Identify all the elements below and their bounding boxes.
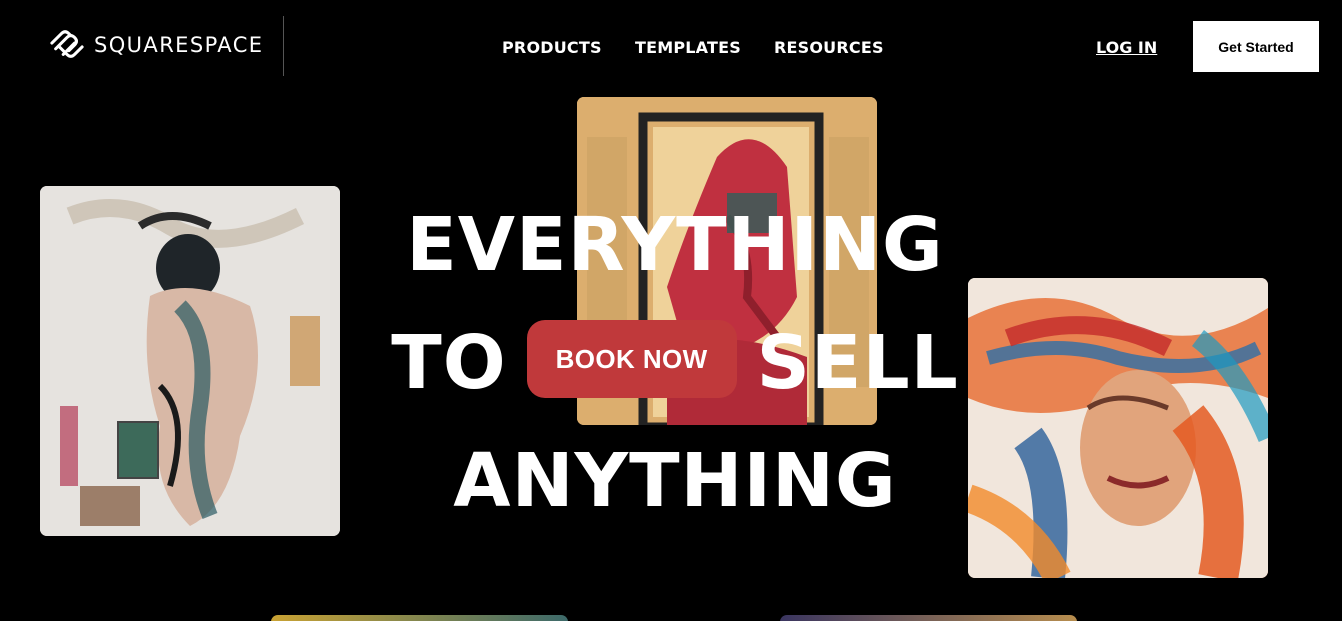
- dancer-painting: [40, 186, 340, 536]
- brand-name: SQUARESPACE: [94, 33, 264, 57]
- headline-word-sell: SELL: [756, 320, 959, 406]
- nav-templates[interactable]: TEMPLATES: [635, 38, 741, 57]
- artwork-bottom-right-image: [780, 615, 1077, 621]
- book-now-button[interactable]: BOOK NOW: [526, 320, 737, 398]
- nav-products[interactable]: PRODUCTS: [502, 38, 602, 57]
- fluid-face-painting: [968, 278, 1268, 578]
- artwork-colorful-face-image: [968, 278, 1268, 578]
- headline-line-3: ANYTHING: [453, 438, 897, 524]
- headline-word-to: TO: [391, 320, 507, 406]
- headline-line-1: EVERYTHING: [406, 202, 944, 288]
- brand-logo[interactable]: SQUARESPACE: [48, 28, 263, 62]
- artwork-bottom-left-image: [271, 615, 568, 621]
- headline-line-2: TO BOOK NOW SELL: [340, 304, 1010, 422]
- header-divider: [283, 16, 284, 76]
- get-started-button[interactable]: Get Started: [1193, 21, 1319, 72]
- artwork-dancer-image: [40, 186, 340, 536]
- nav-resources[interactable]: RESOURCES: [774, 38, 884, 57]
- hero-headline: EVERYTHING TO BOOK NOW SELL ANYTHING: [340, 186, 1010, 540]
- login-link[interactable]: LOG IN: [1096, 38, 1157, 57]
- squarespace-logo-icon: [50, 30, 84, 58]
